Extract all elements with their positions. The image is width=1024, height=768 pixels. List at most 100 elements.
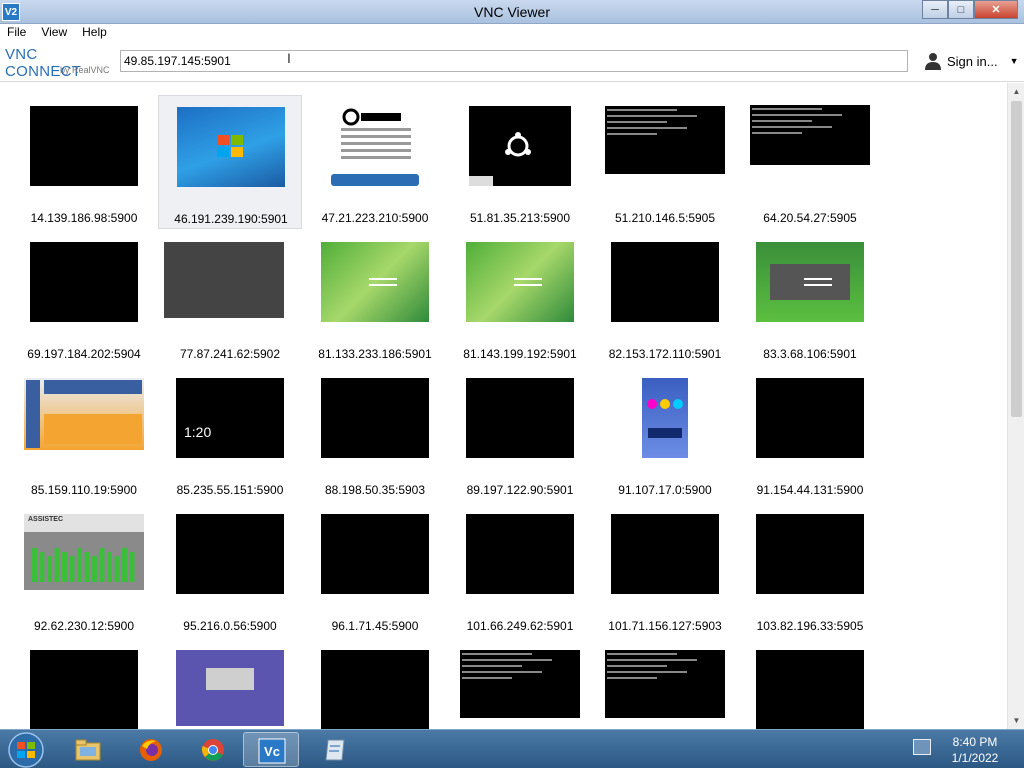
connection-address-label: 91.107.17.0:5900: [618, 483, 712, 497]
vertical-scrollbar[interactable]: ▲ ▼: [1007, 83, 1024, 729]
screen-thumbnail: [756, 514, 864, 594]
lockscreen-time: 1:20: [184, 424, 212, 440]
menu-file[interactable]: File: [0, 24, 34, 42]
connection-tile[interactable]: 51.210.146.5:5905: [593, 95, 737, 229]
logo-subtitle: by RealVNC: [60, 65, 110, 75]
chrome-icon: [201, 739, 224, 761]
screen-thumbnail: [466, 242, 574, 322]
close-button[interactable]: ✕: [974, 0, 1018, 19]
connection-tile[interactable]: [12, 639, 156, 729]
minimize-button[interactable]: ─: [922, 0, 948, 19]
taskbar-clock[interactable]: 8:40 PM 1/1/2022: [940, 734, 1010, 766]
screen-brand-text: ASSISTEC: [28, 516, 64, 523]
connection-address-label: 81.143.199.192:5901: [463, 347, 577, 361]
connection-tile[interactable]: 85.159.110.19:5900: [12, 367, 156, 501]
screen-thumbnail: [176, 650, 284, 726]
connection-tile[interactable]: [593, 639, 737, 729]
connection-tile[interactable]: 46.191.239.190:5901: [158, 95, 302, 229]
connection-tile[interactable]: 101.66.249.62:5901: [448, 503, 592, 637]
connection-tile[interactable]: 82.153.172.110:5901: [593, 231, 737, 365]
connection-address-label: 92.62.230.12:5900: [33, 619, 135, 633]
connection-address-label: 96.1.71.45:5900: [331, 619, 419, 633]
connection-address-label: 91.154.44.131:5900: [756, 483, 864, 497]
taskbar-vnc-button[interactable]: Vc: [243, 732, 299, 767]
connection-tile[interactable]: 91.107.17.0:5900: [593, 367, 737, 501]
connection-address-label: 77.87.241.62:5902: [179, 347, 281, 361]
ubuntu-logo-icon: [469, 132, 531, 186]
screen-thumbnail: [30, 650, 138, 729]
screen-thumbnail: [756, 242, 864, 322]
connection-address-label: 101.71.156.127:5903: [608, 619, 722, 633]
terminal-text: [607, 653, 697, 679]
taskbar-notepad-button[interactable]: [308, 732, 364, 767]
connection-tile[interactable]: 69.197.184.202:5904: [12, 231, 156, 365]
thermostat-screen: [26, 380, 142, 448]
clock-date: 1/1/2022: [951, 751, 999, 765]
chevron-down-icon[interactable]: ▼: [1010, 56, 1019, 66]
connection-tile[interactable]: 81.143.199.192:5901: [448, 231, 592, 365]
connection-tile[interactable]: [303, 639, 447, 729]
connection-tile[interactable]: 89.197.122.90:5901: [448, 367, 592, 501]
address-book-grid: 14.139.186.98:5900 46.191.239.190:5901 47.…: [0, 83, 1024, 729]
connection-tile[interactable]: 77.87.241.62:5902: [158, 231, 302, 365]
address-bar: VNC CONNECT by RealVNC I Sign in... ▼: [0, 42, 1024, 82]
connection-address-label: 83.3.68.106:5901: [763, 347, 857, 361]
terminal-text: [752, 108, 842, 134]
scroll-down-arrow-icon[interactable]: ▼: [1008, 712, 1024, 729]
connection-tile[interactable]: 83.3.68.106:5901: [738, 231, 882, 365]
connection-tile[interactable]: 95.216.0.56:5900: [158, 503, 302, 637]
loading-bars-icon: [770, 264, 850, 300]
screen-thumbnail: [756, 378, 864, 458]
menu-view[interactable]: View: [34, 24, 75, 42]
scrollbar-thumb[interactable]: [1011, 101, 1022, 417]
screen-thumbnail: [466, 514, 574, 594]
sign-in-button[interactable]: Sign in... ▼: [925, 52, 1019, 70]
screen-thumbnail: [460, 650, 580, 718]
connection-tile[interactable]: 96.1.71.45:5900: [303, 503, 447, 637]
connection-tile[interactable]: 88.198.50.35:5903: [303, 367, 447, 501]
address-input[interactable]: [120, 50, 908, 72]
taskbar-chrome-button[interactable]: [185, 732, 241, 767]
vnc-icon: Vc: [258, 738, 286, 764]
connection-tile[interactable]: [448, 639, 592, 729]
title-bar: V2 VNC Viewer ─ □ ✕: [0, 0, 1024, 24]
connection-tile[interactable]: 81.133.233.186:5901: [303, 231, 447, 365]
start-button-icon[interactable]: [4, 731, 48, 768]
connection-tile[interactable]: 91.154.44.131:5900: [738, 367, 882, 501]
screen-thumbnail: [24, 378, 144, 450]
folder-icon: [75, 739, 101, 761]
connection-tile[interactable]: ASSISTEC 92.62.230.12:5900: [12, 503, 156, 637]
taskbar-firefox-button[interactable]: [123, 732, 179, 767]
connection-address-label: 82.153.172.110:5901: [608, 347, 722, 361]
screen-thumbnail: [30, 106, 138, 186]
svg-text:Vc: Vc: [264, 744, 280, 759]
connection-address-label: 85.159.110.19:5900: [31, 483, 137, 497]
screen-thumbnail: [176, 514, 284, 594]
connection-tile[interactable]: 14.139.186.98:5900: [12, 95, 156, 229]
menu-help[interactable]: Help: [75, 24, 115, 42]
taskbar-explorer-button[interactable]: [60, 732, 116, 767]
vnc-connect-logo: VNC CONNECT by RealVNC: [5, 46, 115, 80]
equalizer-screen: [24, 532, 144, 590]
connection-tile[interactable]: [158, 639, 302, 729]
connection-tile[interactable]: 64.20.54.27:5905: [738, 95, 882, 229]
connection-tile[interactable]: 51.81.35.213:5900: [448, 95, 592, 229]
connection-address-label: 95.216.0.56:5900: [183, 619, 277, 633]
connection-address-label: 103.82.196.33:5905: [756, 619, 864, 633]
phone-screen: [647, 399, 683, 438]
network-icon[interactable]: [913, 739, 931, 755]
connection-tile[interactable]: 103.82.196.33:5905: [738, 503, 882, 637]
screen-thumbnail: [177, 107, 285, 187]
connection-tile[interactable]: 101.71.156.127:5903: [593, 503, 737, 637]
action-target-screen: [331, 108, 419, 186]
connection-address-label: 14.139.186.98:5900: [30, 211, 138, 225]
maximize-button[interactable]: □: [948, 0, 974, 19]
screen-thumbnail: [642, 378, 688, 458]
scroll-up-arrow-icon[interactable]: ▲: [1008, 83, 1024, 100]
connection-address-label: 101.66.249.62:5901: [466, 619, 574, 633]
connection-address-label: 69.197.184.202:5904: [27, 347, 141, 361]
connection-tile[interactable]: 47.21.223.210:5900: [303, 95, 447, 229]
screen-thumbnail: [611, 242, 719, 322]
connection-tile[interactable]: 1:20 85.235.55.151:5900: [158, 367, 302, 501]
connection-tile[interactable]: [738, 639, 882, 729]
